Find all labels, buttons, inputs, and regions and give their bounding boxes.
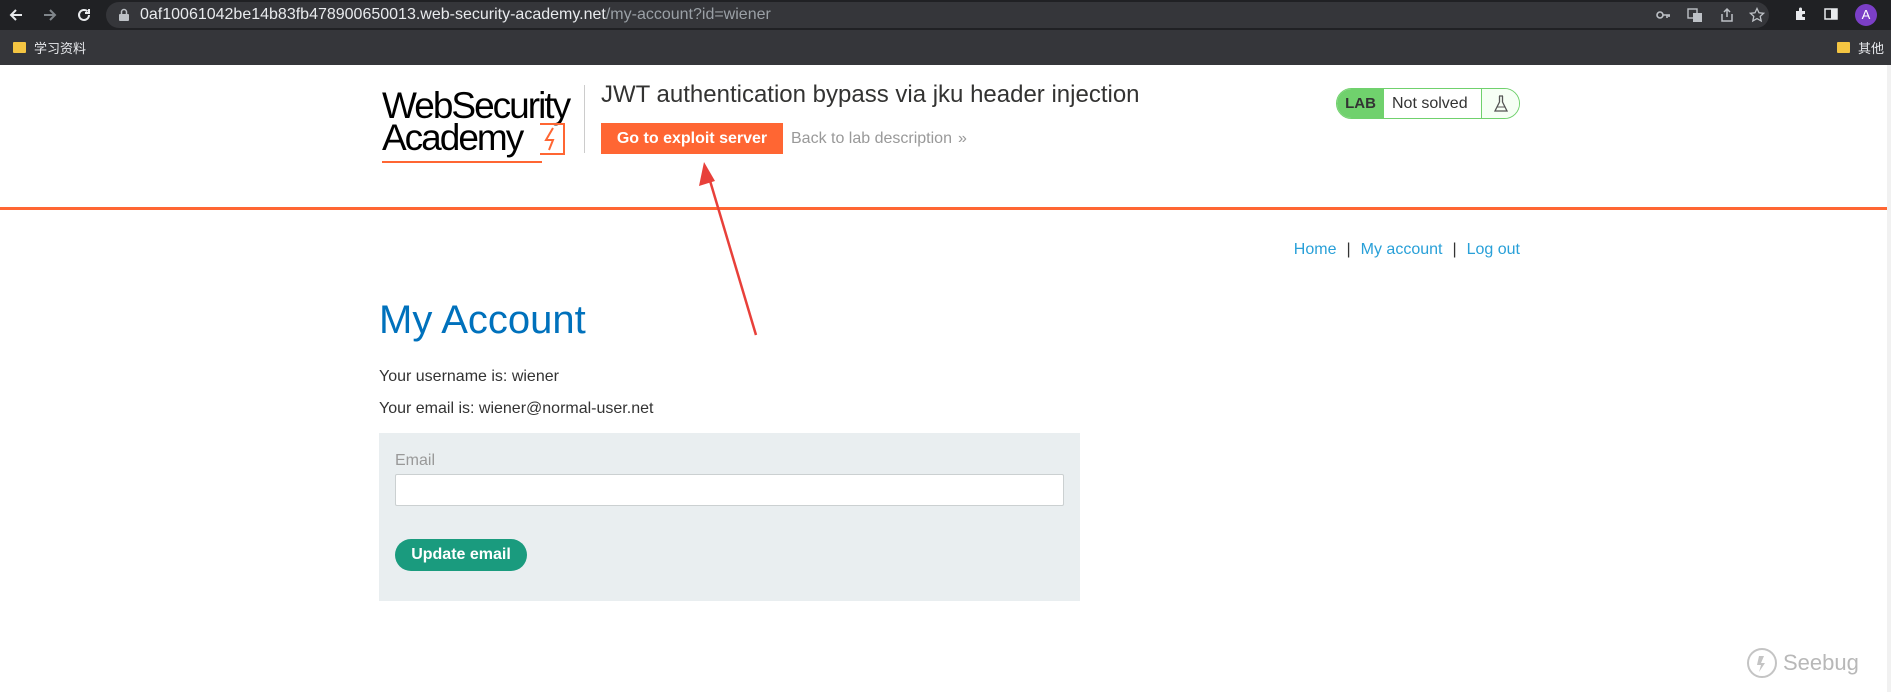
lab-status-badge: LAB Not solved (1336, 88, 1520, 119)
watermark-text: Seebug (1783, 650, 1859, 675)
bookmark-folder-other[interactable]: 其他 (1837, 30, 1884, 65)
email-field-label: Email (395, 452, 436, 469)
top-navigation: Home | My account | Log out (1294, 241, 1520, 259)
web-security-academy-logo[interactable]: WebSecurity Academy (382, 85, 582, 163)
go-to-exploit-server-button[interactable]: Go to exploit server (601, 123, 783, 154)
browser-toolbar: 0af10061042be14b83fb478900650013.web-sec… (0, 0, 1891, 30)
logo-underline (382, 161, 542, 163)
header-divider (584, 85, 585, 153)
nav-my-account-link[interactable]: My account (1361, 241, 1443, 258)
page-title: My Account (379, 298, 586, 342)
back-link-label: Back to lab description (791, 130, 952, 147)
reload-icon[interactable] (72, 3, 96, 27)
flask-icon (1482, 89, 1519, 118)
back-to-lab-description-link[interactable]: Back to lab description » (791, 123, 967, 154)
nav-log-out-link[interactable]: Log out (1467, 241, 1520, 258)
folder-icon (1837, 42, 1850, 53)
bookmarks-bar: 学习资料 其他 (0, 30, 1891, 65)
lab-status-text: Not solved (1384, 89, 1482, 118)
seebug-logo-icon (1747, 648, 1777, 678)
bookmark-label: 其他 (1858, 41, 1885, 56)
url-text[interactable]: 0af10061042be14b83fb478900650013.web-sec… (140, 2, 771, 28)
nav-separator: | (1346, 241, 1351, 258)
page-content: WebSecurity Academy JWT authentication b… (0, 65, 1891, 692)
lock-icon[interactable] (118, 8, 130, 22)
lab-title: JWT authentication bypass via jku header… (601, 81, 1140, 108)
bookmark-label: 学习资料 (34, 41, 87, 56)
bookmark-folder-study[interactable]: 学习资料 (13, 30, 86, 65)
url-host: 0af10061042be14b83fb478900650013.web-sec… (140, 6, 606, 23)
header-rule (0, 207, 1887, 210)
bookmark-star-icon[interactable] (1748, 6, 1766, 24)
annotation-arrow (699, 162, 758, 336)
back-arrow-icon[interactable] (4, 3, 28, 27)
nav-home-link[interactable]: Home (1294, 241, 1337, 258)
share-icon[interactable] (1718, 6, 1736, 24)
address-bar[interactable]: 0af10061042be14b83fb478900650013.web-sec… (106, 2, 1769, 28)
email-text: Your email is: wiener@normal-user.net (379, 400, 654, 417)
folder-icon (13, 42, 26, 53)
side-panel-icon[interactable] (1820, 3, 1842, 25)
double-chevron-right-icon: » (957, 130, 967, 147)
seebug-watermark: Seebug (1745, 646, 1859, 680)
forward-arrow-icon[interactable] (38, 3, 62, 27)
email-input[interactable] (395, 474, 1064, 506)
update-email-form: Email Update email (379, 433, 1080, 601)
username-text: Your username is: wiener (379, 368, 559, 385)
nav-separator: | (1452, 241, 1457, 258)
translate-icon[interactable] (1686, 6, 1704, 24)
logo-line-2: Academy (382, 117, 524, 158)
extensions-puzzle-icon[interactable] (1790, 3, 1812, 25)
logo-bolt-icon (540, 123, 565, 155)
update-email-button[interactable]: Update email (395, 539, 527, 571)
key-icon[interactable] (1654, 6, 1672, 24)
profile-avatar[interactable]: A (1855, 4, 1877, 26)
page-scrollbar[interactable] (1887, 65, 1891, 692)
url-path: /my-account?id=wiener (605, 6, 771, 23)
lab-badge-label: LAB (1337, 89, 1384, 118)
